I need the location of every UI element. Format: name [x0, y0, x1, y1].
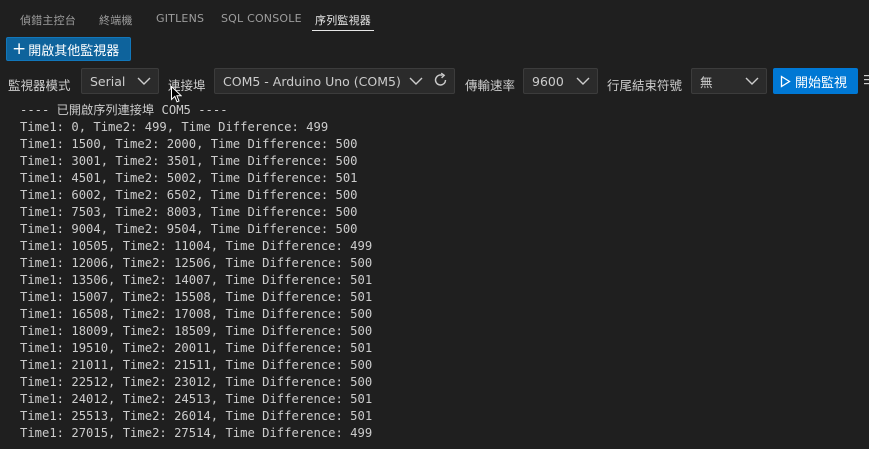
more-actions-icon[interactable]	[864, 74, 869, 86]
chevron-down-icon	[409, 77, 423, 85]
panel-tabs: 偵錯主控台 終端機 GITLENS SQL CONSOLE 序列監視器	[0, 0, 869, 34]
line-ending-value: 無	[700, 74, 713, 90]
chevron-down-icon	[745, 77, 759, 85]
output-line: Time1: 16508, Time2: 17008, Time Differe…	[20, 307, 373, 321]
start-monitoring-label: 開始監視	[795, 75, 848, 91]
baud-rate-value: 9600	[532, 73, 564, 89]
output-line: Time1: 6002, Time2: 6502, Time Differenc…	[20, 188, 358, 202]
output-line: Time1: 4501, Time2: 5002, Time Differenc…	[20, 171, 358, 185]
line-ending-label: 行尾結束符號	[607, 78, 683, 93]
output-line: Time1: 27015, Time2: 27514, Time Differe…	[20, 426, 373, 440]
tab-sql-console[interactable]: SQL CONSOLE	[221, 12, 302, 25]
output-line: Time1: 3001, Time2: 3501, Time Differenc…	[20, 154, 358, 168]
output-line: Time1: 25513, Time2: 26014, Time Differe…	[20, 409, 373, 423]
tab-debug-console[interactable]: 偵錯主控台	[20, 12, 76, 28]
output-line: ---- 已開啟序列連接埠 COM5 ----	[20, 103, 228, 117]
port-value: COM5 - Arduino Uno (COM5)	[223, 73, 401, 89]
tab-serial-monitor[interactable]: 序列監視器	[315, 12, 371, 28]
plus-icon: +	[12, 38, 27, 59]
open-other-monitors-button[interactable]: + 開啟其他監視器	[6, 37, 131, 61]
monitor-mode-label: 監視器模式	[8, 78, 71, 93]
output-line: Time1: 21011, Time2: 21511, Time Differe…	[20, 358, 373, 372]
start-monitoring-button[interactable]: 開始監視	[773, 68, 858, 94]
refresh-icon[interactable]	[433, 72, 448, 88]
output-line: Time1: 9004, Time2: 9504, Time Differenc…	[20, 222, 358, 236]
chevron-down-icon	[576, 77, 590, 85]
output-line: Time1: 7503, Time2: 8003, Time Differenc…	[20, 205, 358, 219]
line-ending-select[interactable]: 無	[691, 68, 767, 94]
baud-rate-select[interactable]: 9600	[523, 68, 598, 94]
monitor-mode-value: Serial	[90, 73, 126, 89]
play-icon	[780, 74, 791, 88]
output-line: Time1: 1500, Time2: 2000, Time Differenc…	[20, 137, 358, 151]
serial-output: ---- 已開啟序列連接埠 COM5 ---- Time1: 0, Time2: …	[20, 102, 865, 442]
port-select[interactable]: COM5 - Arduino Uno (COM5)	[214, 68, 455, 94]
output-line: Time1: 13506, Time2: 14007, Time Differe…	[20, 273, 373, 287]
output-line: Time1: 15007, Time2: 15508, Time Differe…	[20, 290, 373, 304]
open-other-monitors-label: 開啟其他監視器	[28, 43, 120, 59]
mouse-cursor-icon	[171, 86, 182, 103]
tab-gitlens[interactable]: GITLENS	[156, 12, 204, 25]
output-line: Time1: 19510, Time2: 20011, Time Differe…	[20, 341, 373, 355]
output-line: Time1: 10505, Time2: 11004, Time Differe…	[20, 239, 373, 253]
output-line: Time1: 18009, Time2: 18509, Time Differe…	[20, 324, 373, 338]
tab-terminal[interactable]: 終端機	[99, 12, 133, 28]
output-line: Time1: 12006, Time2: 12506, Time Differe…	[20, 256, 373, 270]
monitor-mode-select[interactable]: Serial	[81, 68, 159, 94]
chevron-down-icon	[137, 77, 151, 85]
output-line: Time1: 22512, Time2: 23012, Time Differe…	[20, 375, 373, 389]
output-line: Time1: 0, Time2: 499, Time Difference: 4…	[20, 120, 329, 134]
baud-rate-label: 傳輸速率	[465, 78, 516, 93]
active-tab-indicator	[312, 30, 374, 31]
output-line: Time1: 24012, Time2: 24513, Time Differe…	[20, 392, 373, 406]
